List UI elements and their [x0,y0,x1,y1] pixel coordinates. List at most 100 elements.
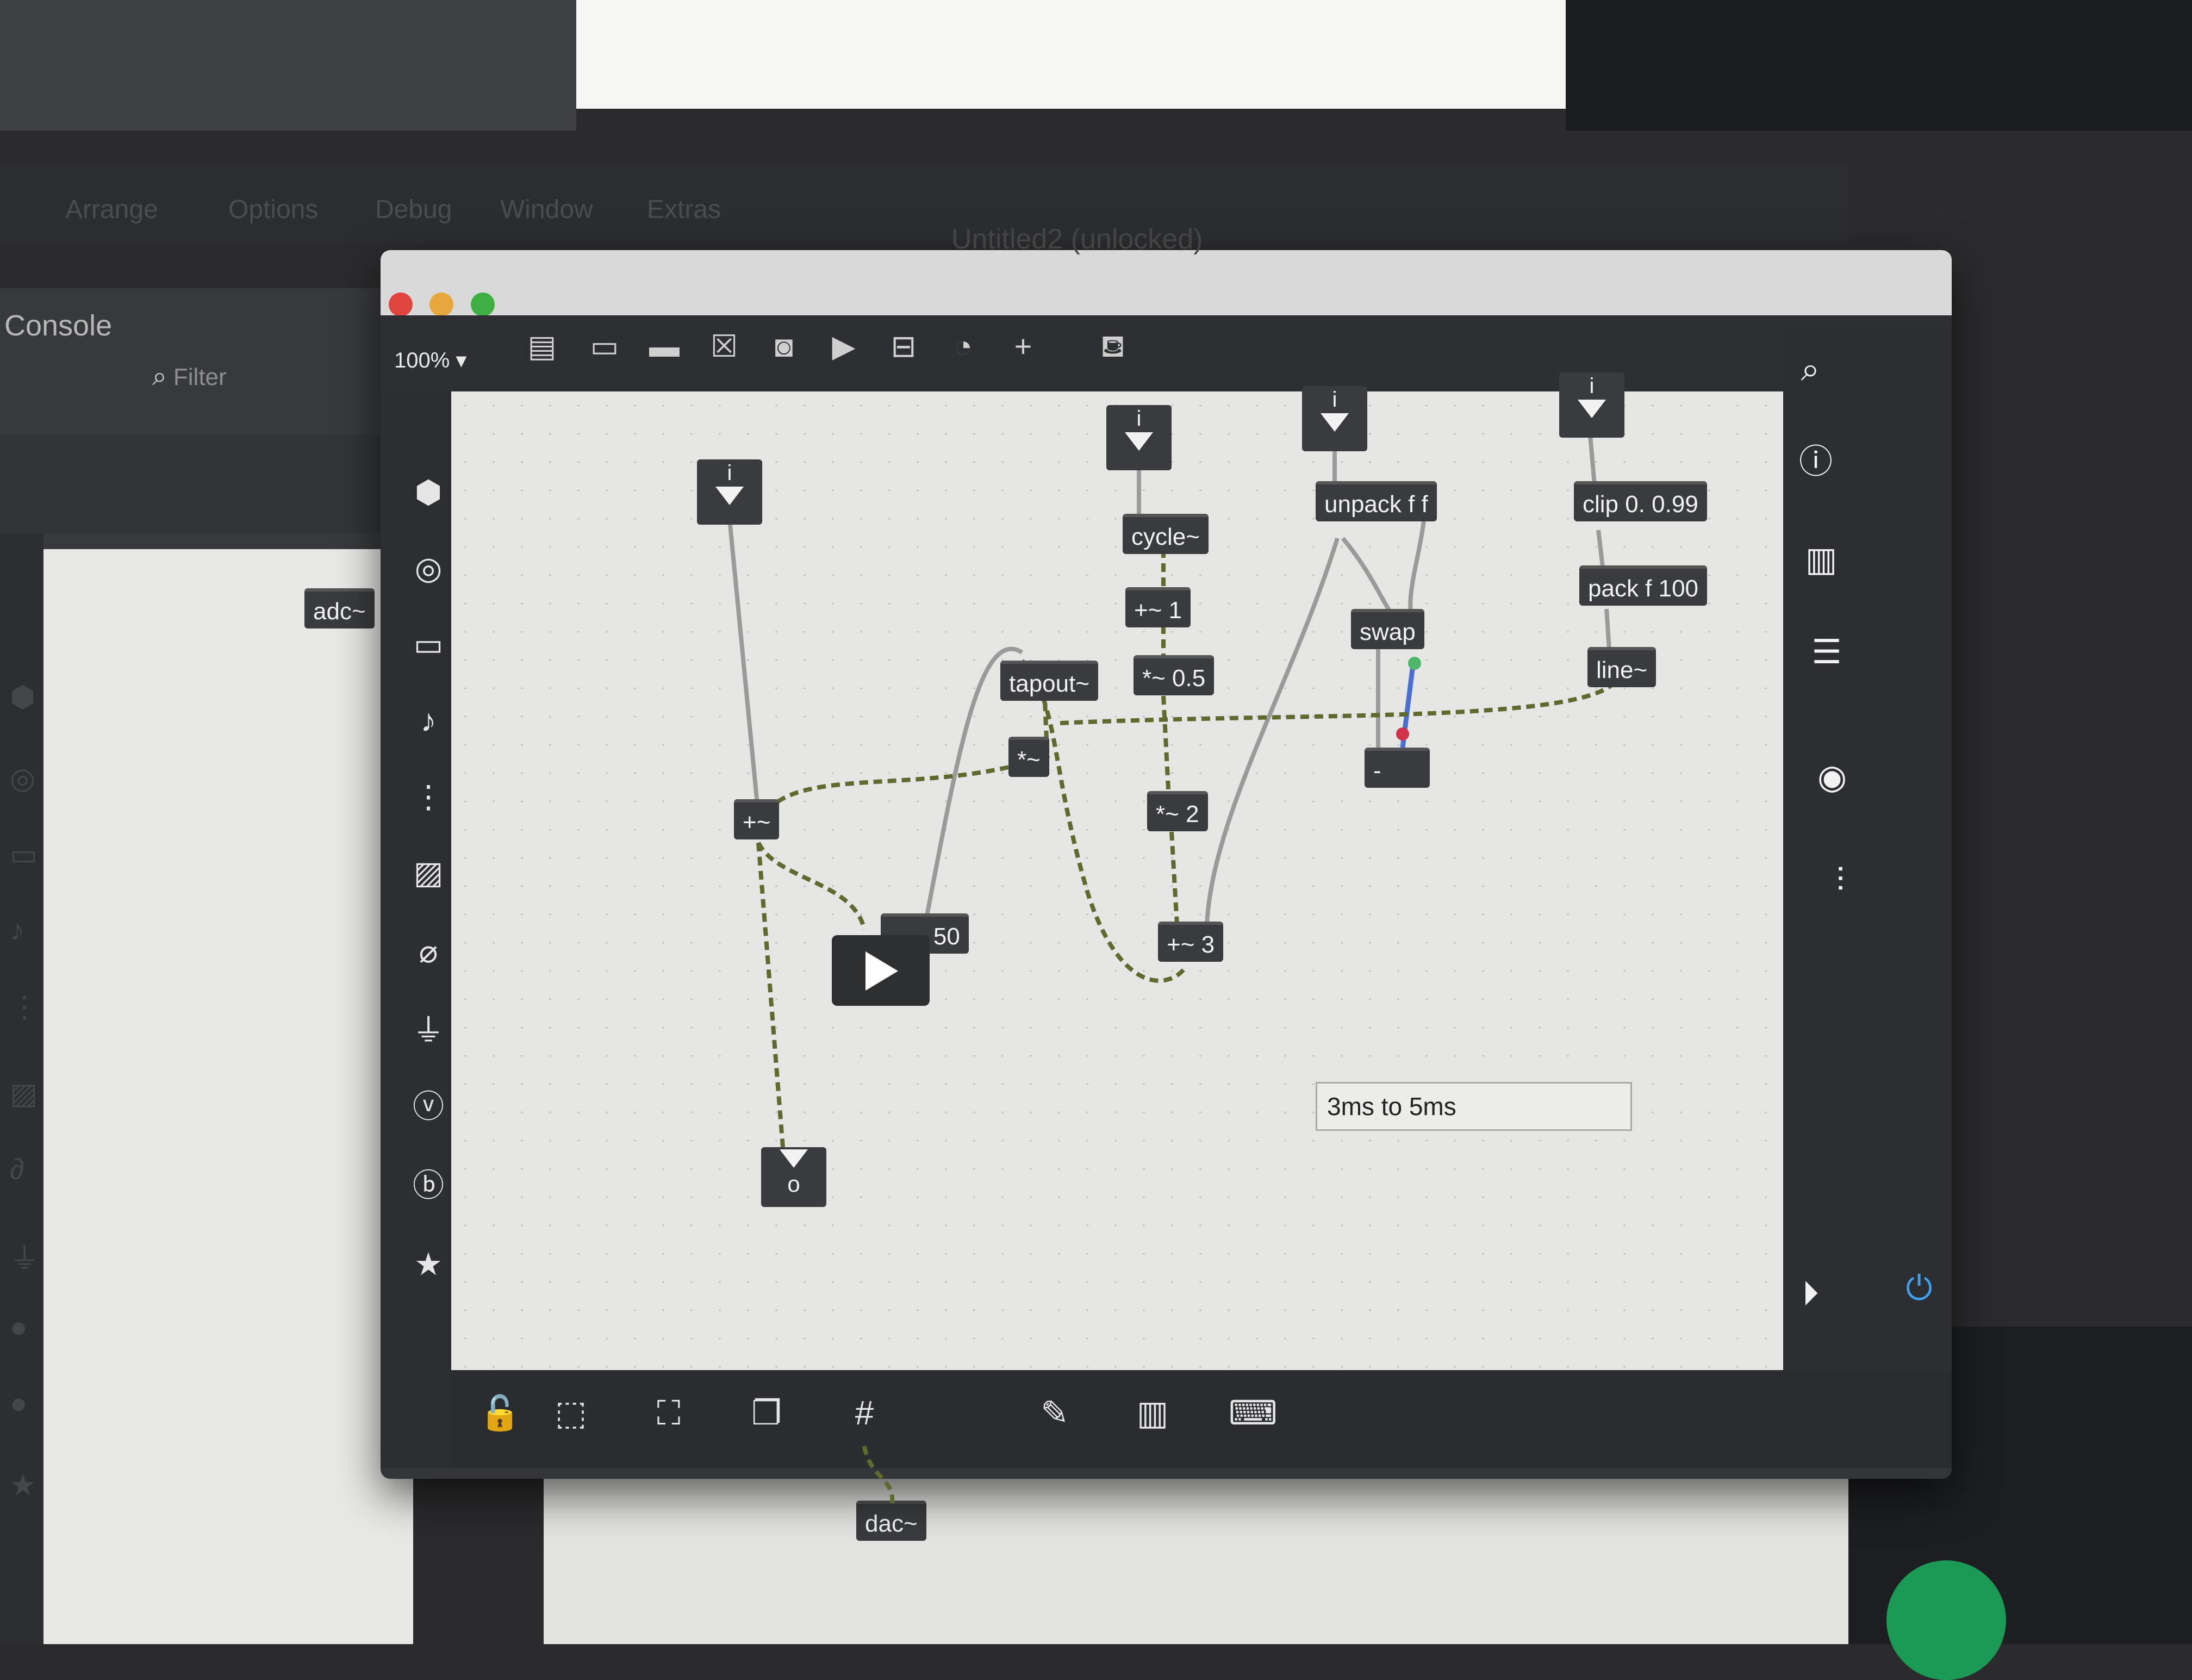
arrow-down-icon [1578,400,1606,418]
menu-window[interactable]: Window [500,195,593,225]
inlet-object-1[interactable]: i [697,459,762,525]
beap-icon: ● [10,1387,28,1420]
background-wall [0,0,576,130]
sequence-icon[interactable]: ⋮ [409,777,448,817]
adc-object[interactable]: adc~ [304,588,375,629]
minimize-button[interactable] [429,293,453,316]
lock-icon[interactable]: 🔓 [478,1392,522,1435]
slider-icon[interactable]: ⊟ [883,326,924,366]
outlet-object[interactable]: o [761,1147,826,1207]
paperclip-icon: ∂ [10,1153,24,1186]
beap-icon[interactable]: ⓑ [409,1166,448,1205]
plus-object[interactable]: +~ [734,799,780,839]
grid-icon[interactable]: # [843,1392,886,1435]
times2-object[interactable]: *~ 2 [1147,791,1208,831]
plus3-object[interactable]: +~ 3 [1158,922,1224,962]
cube-icon[interactable]: ⬢ [409,473,448,512]
pack-object[interactable]: pack f 100 [1579,565,1708,606]
record-icon[interactable]: ◎ [409,549,448,588]
zoom-select[interactable]: 100% ▾ [394,348,467,373]
lower-patch-canvas [544,1468,1848,1644]
toggle-icon[interactable]: ☒ [704,326,744,366]
background-window-light [576,0,1566,109]
inlet-label: i [1136,407,1142,431]
plug-icon[interactable]: ⏚ [409,1011,448,1050]
console-title: Console [4,309,113,342]
arrow-down-icon [715,487,744,505]
tapout-object[interactable]: tapout~ [1000,661,1099,701]
comment-icon[interactable]: ▬ [644,326,684,366]
menu-arrange[interactable]: Arrange [65,195,158,225]
record-icon: ◎ [10,762,36,795]
cycle-object[interactable]: cycle~ [1123,514,1209,554]
arrow-down-icon [1321,413,1349,432]
background-patch-sidebar: ⬢ ◎ ▭ ♪ ⋮ ▨ ∂ ⏚ ● ● ★ [0,533,43,1644]
filter-placeholder: Filter [173,364,227,390]
message-icon[interactable]: ▭ [584,326,625,366]
star-icon: ★ [10,1469,36,1502]
patch-canvas[interactable] [451,391,1783,1370]
clip-object[interactable]: clip 0. 0.99 [1574,481,1707,521]
wrench-icon[interactable]: ✎ [1033,1392,1076,1435]
inlet-label: i [1332,388,1337,412]
menu-options[interactable]: Options [228,195,318,225]
background-patch-toolbar [0,435,413,533]
paint-bucket-icon[interactable]: ⛾ [1093,326,1133,366]
music-note-icon[interactable]: ♪ [409,701,448,741]
music-note-icon: ♪ [10,914,24,947]
line-object[interactable]: line~ [1587,647,1657,687]
button-icon[interactable]: ◙ [764,326,804,366]
swap-object[interactable]: swap [1351,609,1424,649]
minus-object[interactable]: - [1365,748,1430,788]
presentation-mode-icon[interactable]: ⛶ [647,1392,690,1435]
monitor-icon[interactable]: ▭ [409,625,448,664]
presentation-select-icon[interactable]: ⬚ [549,1392,593,1435]
comment-box[interactable]: 3ms to 5ms [1316,1082,1632,1131]
star-icon[interactable]: ★ [409,1245,448,1284]
paperclip-icon[interactable]: ⌀ [409,932,448,972]
close-button[interactable] [389,293,413,316]
inlet-label: i [727,461,732,485]
zoom-button[interactable] [471,293,495,316]
power-icon[interactable]: ⏻ [1897,1267,1941,1310]
search-icon: ⌕ [152,362,167,391]
console-filter-input[interactable]: ⌕ Filter [152,362,227,392]
piano-icon[interactable]: ▥ [1131,1392,1174,1435]
times-object[interactable]: *~ [1008,737,1049,777]
search-icon[interactable]: ⌕ [1789,348,1832,391]
list-icon[interactable]: ☰ [1805,631,1848,674]
vizzie-icon: ● [10,1311,28,1343]
windows-icon[interactable]: ❐ [745,1392,788,1435]
dac-object[interactable]: dac~ [856,1501,926,1541]
transport-play-icon[interactable]: ⏵ [1789,1272,1832,1316]
sequence-icon: ⋮ [10,991,39,1023]
vizzie-icon[interactable]: ⓥ [409,1087,448,1127]
inlet-object-4[interactable]: i [1559,372,1624,438]
unpack-object[interactable]: unpack f f [1316,481,1437,521]
inlet-object-2[interactable]: i [1106,405,1172,470]
book-icon[interactable]: ▥ [1799,538,1843,582]
window-title: Untitled2 (unlocked) [951,223,1203,255]
snapshot-icon[interactable]: ◉ [1810,756,1854,799]
video-play-overlay[interactable] [832,935,930,1006]
outlet-label: o [787,1171,800,1197]
info-icon[interactable]: ⓘ [1794,440,1838,484]
menu-extras[interactable]: Extras [647,195,721,225]
dial-icon[interactable]: ◔ [943,326,983,366]
inlet-label: i [1589,374,1595,398]
keyboard-icon[interactable]: ⌨ [1229,1392,1278,1435]
times05-object[interactable]: *~ 0.5 [1134,655,1215,695]
menu-debug[interactable]: Debug [375,195,452,225]
image-icon[interactable]: ▨ [409,854,448,893]
presentation-icon[interactable]: ▤ [522,326,562,366]
plug-icon: ⏚ [10,1242,39,1275]
play-icon[interactable]: ▶ [824,326,864,366]
add-icon[interactable]: + [1003,326,1043,366]
window-titlebar[interactable] [381,250,1952,315]
mixer-icon[interactable]: ⫶ [1819,859,1862,903]
plus1-object[interactable]: +~ 1 [1125,587,1191,627]
image-icon: ▨ [10,1078,38,1110]
play-icon [865,951,898,991]
inlet-object-3[interactable]: i [1302,386,1367,451]
cube-icon: ⬢ [10,681,36,713]
